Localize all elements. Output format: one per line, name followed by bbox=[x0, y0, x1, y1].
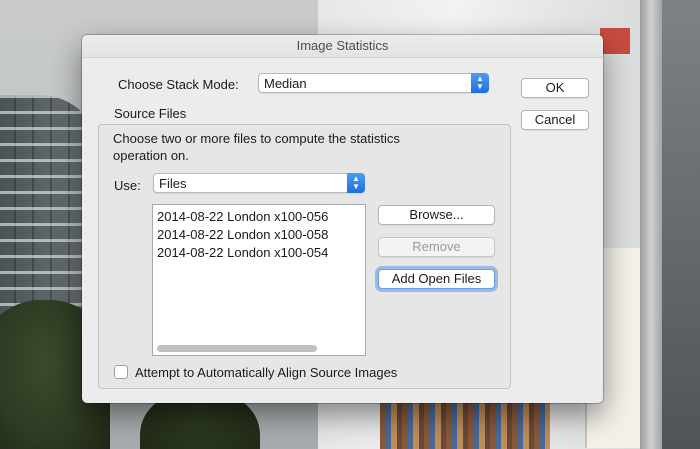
image-statistics-dialog: Image Statistics Choose Stack Mode: Medi… bbox=[82, 35, 603, 403]
source-files-list[interactable]: 2014-08-22 London x100-056 2014-08-22 Lo… bbox=[152, 204, 366, 356]
tree bbox=[140, 395, 260, 449]
dark-edge bbox=[662, 0, 700, 449]
chevron-updown-icon: ▲ ▼ bbox=[471, 73, 489, 93]
horizontal-scrollbar[interactable] bbox=[157, 345, 317, 352]
align-checkbox-label[interactable]: Attempt to Automatically Align Source Im… bbox=[135, 365, 397, 380]
ok-button[interactable]: OK bbox=[521, 78, 589, 98]
description-line2: operation on. bbox=[113, 148, 189, 163]
source-files-title: Source Files bbox=[113, 106, 188, 121]
add-open-files-button[interactable]: Add Open Files bbox=[378, 269, 495, 289]
stack-mode-label: Choose Stack Mode: bbox=[118, 77, 239, 92]
list-item[interactable]: 2014-08-22 London x100-056 bbox=[157, 209, 328, 224]
post bbox=[640, 0, 662, 449]
red-banner bbox=[600, 28, 630, 54]
list-item[interactable]: 2014-08-22 London x100-058 bbox=[157, 227, 328, 242]
browse-button[interactable]: Browse... bbox=[378, 205, 495, 225]
use-select[interactable]: Files ▲ ▼ bbox=[153, 173, 365, 193]
align-checkbox[interactable] bbox=[114, 365, 128, 379]
list-item[interactable]: 2014-08-22 London x100-054 bbox=[157, 245, 328, 260]
stack-mode-value: Median bbox=[264, 76, 307, 91]
crowd-photo bbox=[380, 402, 550, 449]
remove-button[interactable]: Remove bbox=[378, 237, 495, 257]
use-value: Files bbox=[159, 176, 187, 191]
description-line1: Choose two or more files to compute the … bbox=[113, 131, 400, 146]
use-label: Use: bbox=[114, 178, 141, 193]
dialog-title: Image Statistics bbox=[82, 35, 603, 58]
cancel-button[interactable]: Cancel bbox=[521, 110, 589, 130]
stack-mode-select[interactable]: Median ▲ ▼ bbox=[258, 73, 489, 93]
chevron-updown-icon: ▲ ▼ bbox=[347, 173, 365, 193]
